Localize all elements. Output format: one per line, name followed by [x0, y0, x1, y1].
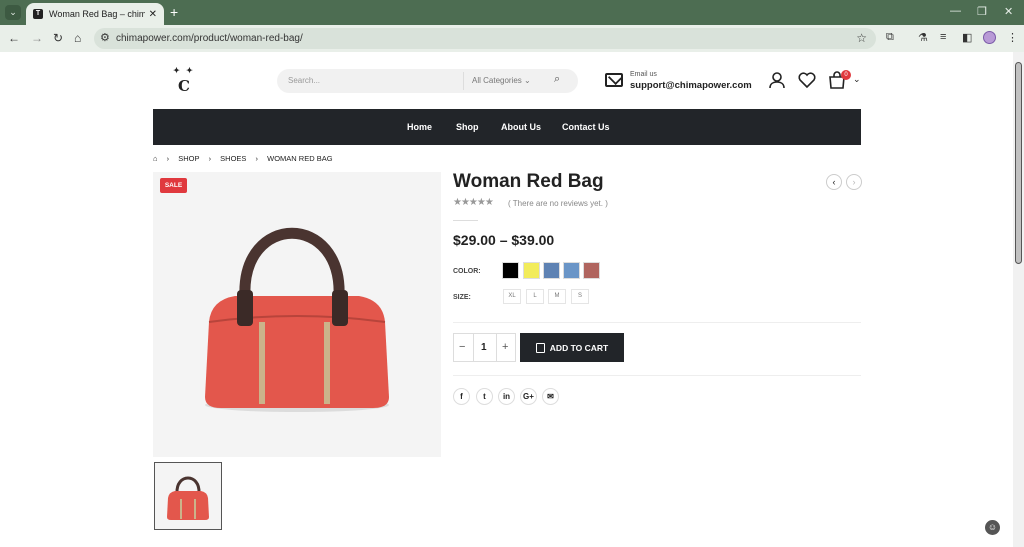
- add-to-cart-button[interactable]: ADD TO CART: [520, 333, 624, 362]
- address-bar-row: ← → ↻ ⌂ ⚙ chimapower.com/product/woman-r…: [0, 25, 1024, 52]
- facebook-icon[interactable]: f: [453, 388, 470, 405]
- home-icon[interactable]: ⌂: [153, 154, 158, 163]
- color-swatch-yellow[interactable]: [523, 262, 540, 279]
- close-tab-icon[interactable]: ✕: [149, 9, 157, 20]
- nav-contact-us[interactable]: Contact Us: [562, 122, 610, 132]
- menu-kebab-icon[interactable]: ⋮: [1007, 31, 1018, 44]
- breadcrumb-shoes[interactable]: SHOES: [220, 154, 246, 163]
- nav-home[interactable]: Home: [407, 122, 432, 132]
- site-logo[interactable]: ✦ ✦ C: [170, 66, 198, 95]
- divider: [453, 375, 861, 376]
- add-to-cart-label: ADD TO CART: [549, 342, 609, 353]
- heart-icon[interactable]: [798, 71, 816, 94]
- reviews-link[interactable]: ( There are no reviews yet. ): [508, 199, 608, 208]
- home-icon[interactable]: ⌂: [74, 31, 81, 45]
- search-icon[interactable]: ⌕: [554, 73, 560, 86]
- side-panel-icon[interactable]: ◧: [962, 31, 972, 44]
- product-title: Woman Red Bag: [453, 171, 604, 192]
- breadcrumb-separator: ›: [208, 154, 212, 163]
- user-icon[interactable]: [768, 71, 786, 94]
- chevron-down-icon[interactable]: ⌄: [853, 74, 861, 85]
- nav-shop[interactable]: Shop: [456, 122, 479, 132]
- reload-icon[interactable]: ↻: [53, 31, 63, 45]
- search-bar[interactable]: Search... All Categories ⌄ ⌕: [277, 69, 578, 93]
- new-tab-icon[interactable]: +: [170, 4, 178, 20]
- divider: [453, 220, 478, 221]
- site-info-icon[interactable]: ⚙: [100, 31, 110, 44]
- twitter-icon[interactable]: t: [476, 388, 493, 405]
- tab-title: Woman Red Bag – chimapower: [49, 9, 145, 19]
- color-swatch-black[interactable]: [502, 262, 519, 279]
- product-thumbnail[interactable]: [154, 462, 222, 530]
- email-label: Email us: [630, 71, 657, 78]
- sale-badge: SALE: [160, 178, 187, 193]
- restore-icon[interactable]: ❐: [977, 5, 987, 18]
- envelope-icon: [605, 73, 623, 87]
- page-scrollbar[interactable]: [1013, 52, 1024, 547]
- size-option-xl[interactable]: XL: [503, 289, 521, 304]
- breadcrumb-current: WOMAN RED BAG: [267, 154, 333, 163]
- increase-quantity-button[interactable]: +: [502, 341, 508, 353]
- breadcrumb-separator: ›: [166, 154, 170, 163]
- tab-search-icon[interactable]: ⌄: [5, 5, 21, 20]
- logo-letter: C: [178, 77, 190, 95]
- close-window-icon[interactable]: ✕: [1004, 5, 1013, 18]
- browser-tab-strip: ⌄ T Woman Red Bag – chimapower ✕ + — ❐ ✕: [0, 0, 1024, 25]
- labs-icon[interactable]: ⚗: [918, 31, 928, 44]
- favicon: T: [33, 9, 43, 19]
- next-product-icon[interactable]: ›: [846, 174, 862, 190]
- profile-avatar[interactable]: [983, 31, 996, 44]
- red-bag-image: [205, 227, 389, 412]
- chat-widget-icon[interactable]: ☺: [985, 520, 1000, 535]
- email-share-icon[interactable]: ✉: [542, 388, 559, 405]
- shopping-bag-icon: [535, 342, 545, 353]
- breadcrumb: ⌂ › SHOP › SHOES › WOMAN RED BAG: [153, 154, 340, 163]
- google-plus-icon[interactable]: G+: [520, 388, 537, 405]
- logo-sparks: ✦ ✦: [173, 66, 195, 75]
- rating-stars: ★★★★★: [453, 197, 494, 208]
- quantity-stepper[interactable]: − 1 +: [453, 333, 516, 362]
- url-text: chimapower.com/product/woman-red-bag/: [116, 33, 303, 44]
- color-label: COLOR:: [453, 268, 481, 275]
- color-swatch-blue[interactable]: [543, 262, 560, 279]
- search-input[interactable]: Search...: [288, 76, 320, 85]
- decrease-quantity-button[interactable]: −: [459, 341, 465, 353]
- color-swatch-rose[interactable]: [583, 262, 600, 279]
- quantity-input[interactable]: 1: [481, 342, 487, 353]
- cart-count-badge: 0: [841, 70, 851, 80]
- category-select-label: All Categories: [472, 76, 522, 85]
- price-range: $29.00 – $39.00: [453, 232, 555, 248]
- category-select[interactable]: All Categories ⌄: [463, 72, 531, 90]
- media-icon[interactable]: ≡: [940, 31, 946, 43]
- nav-about-us[interactable]: About Us: [501, 122, 541, 132]
- breadcrumb-shop[interactable]: SHOP: [178, 154, 199, 163]
- size-option-m[interactable]: M: [548, 289, 566, 304]
- size-option-s[interactable]: S: [571, 289, 589, 304]
- prev-product-icon[interactable]: ‹: [826, 174, 842, 190]
- size-option-l[interactable]: L: [526, 289, 544, 304]
- email-address: support@chimapower.com: [630, 80, 752, 91]
- extensions-icon[interactable]: ⧉: [886, 31, 894, 44]
- breadcrumb-separator: ›: [255, 154, 259, 163]
- divider: [453, 322, 861, 323]
- back-icon[interactable]: ←: [8, 31, 20, 45]
- url-field[interactable]: ⚙ chimapower.com/product/woman-red-bag/ …: [94, 28, 876, 49]
- size-label: SIZE:: [453, 294, 471, 301]
- scrollbar-thumb[interactable]: [1015, 62, 1022, 264]
- product-image[interactable]: SALE: [153, 172, 441, 457]
- bookmark-star-icon[interactable]: ☆: [856, 31, 867, 45]
- main-nav: Home Shop About Us Contact Us: [153, 109, 861, 145]
- forward-icon[interactable]: →: [31, 31, 43, 45]
- linkedin-icon[interactable]: in: [498, 388, 515, 405]
- color-swatch-lightblue[interactable]: [563, 262, 580, 279]
- browser-tab[interactable]: T Woman Red Bag – chimapower ✕: [26, 3, 164, 25]
- minimize-icon[interactable]: —: [950, 5, 961, 17]
- divider: [473, 334, 474, 361]
- divider: [496, 334, 497, 361]
